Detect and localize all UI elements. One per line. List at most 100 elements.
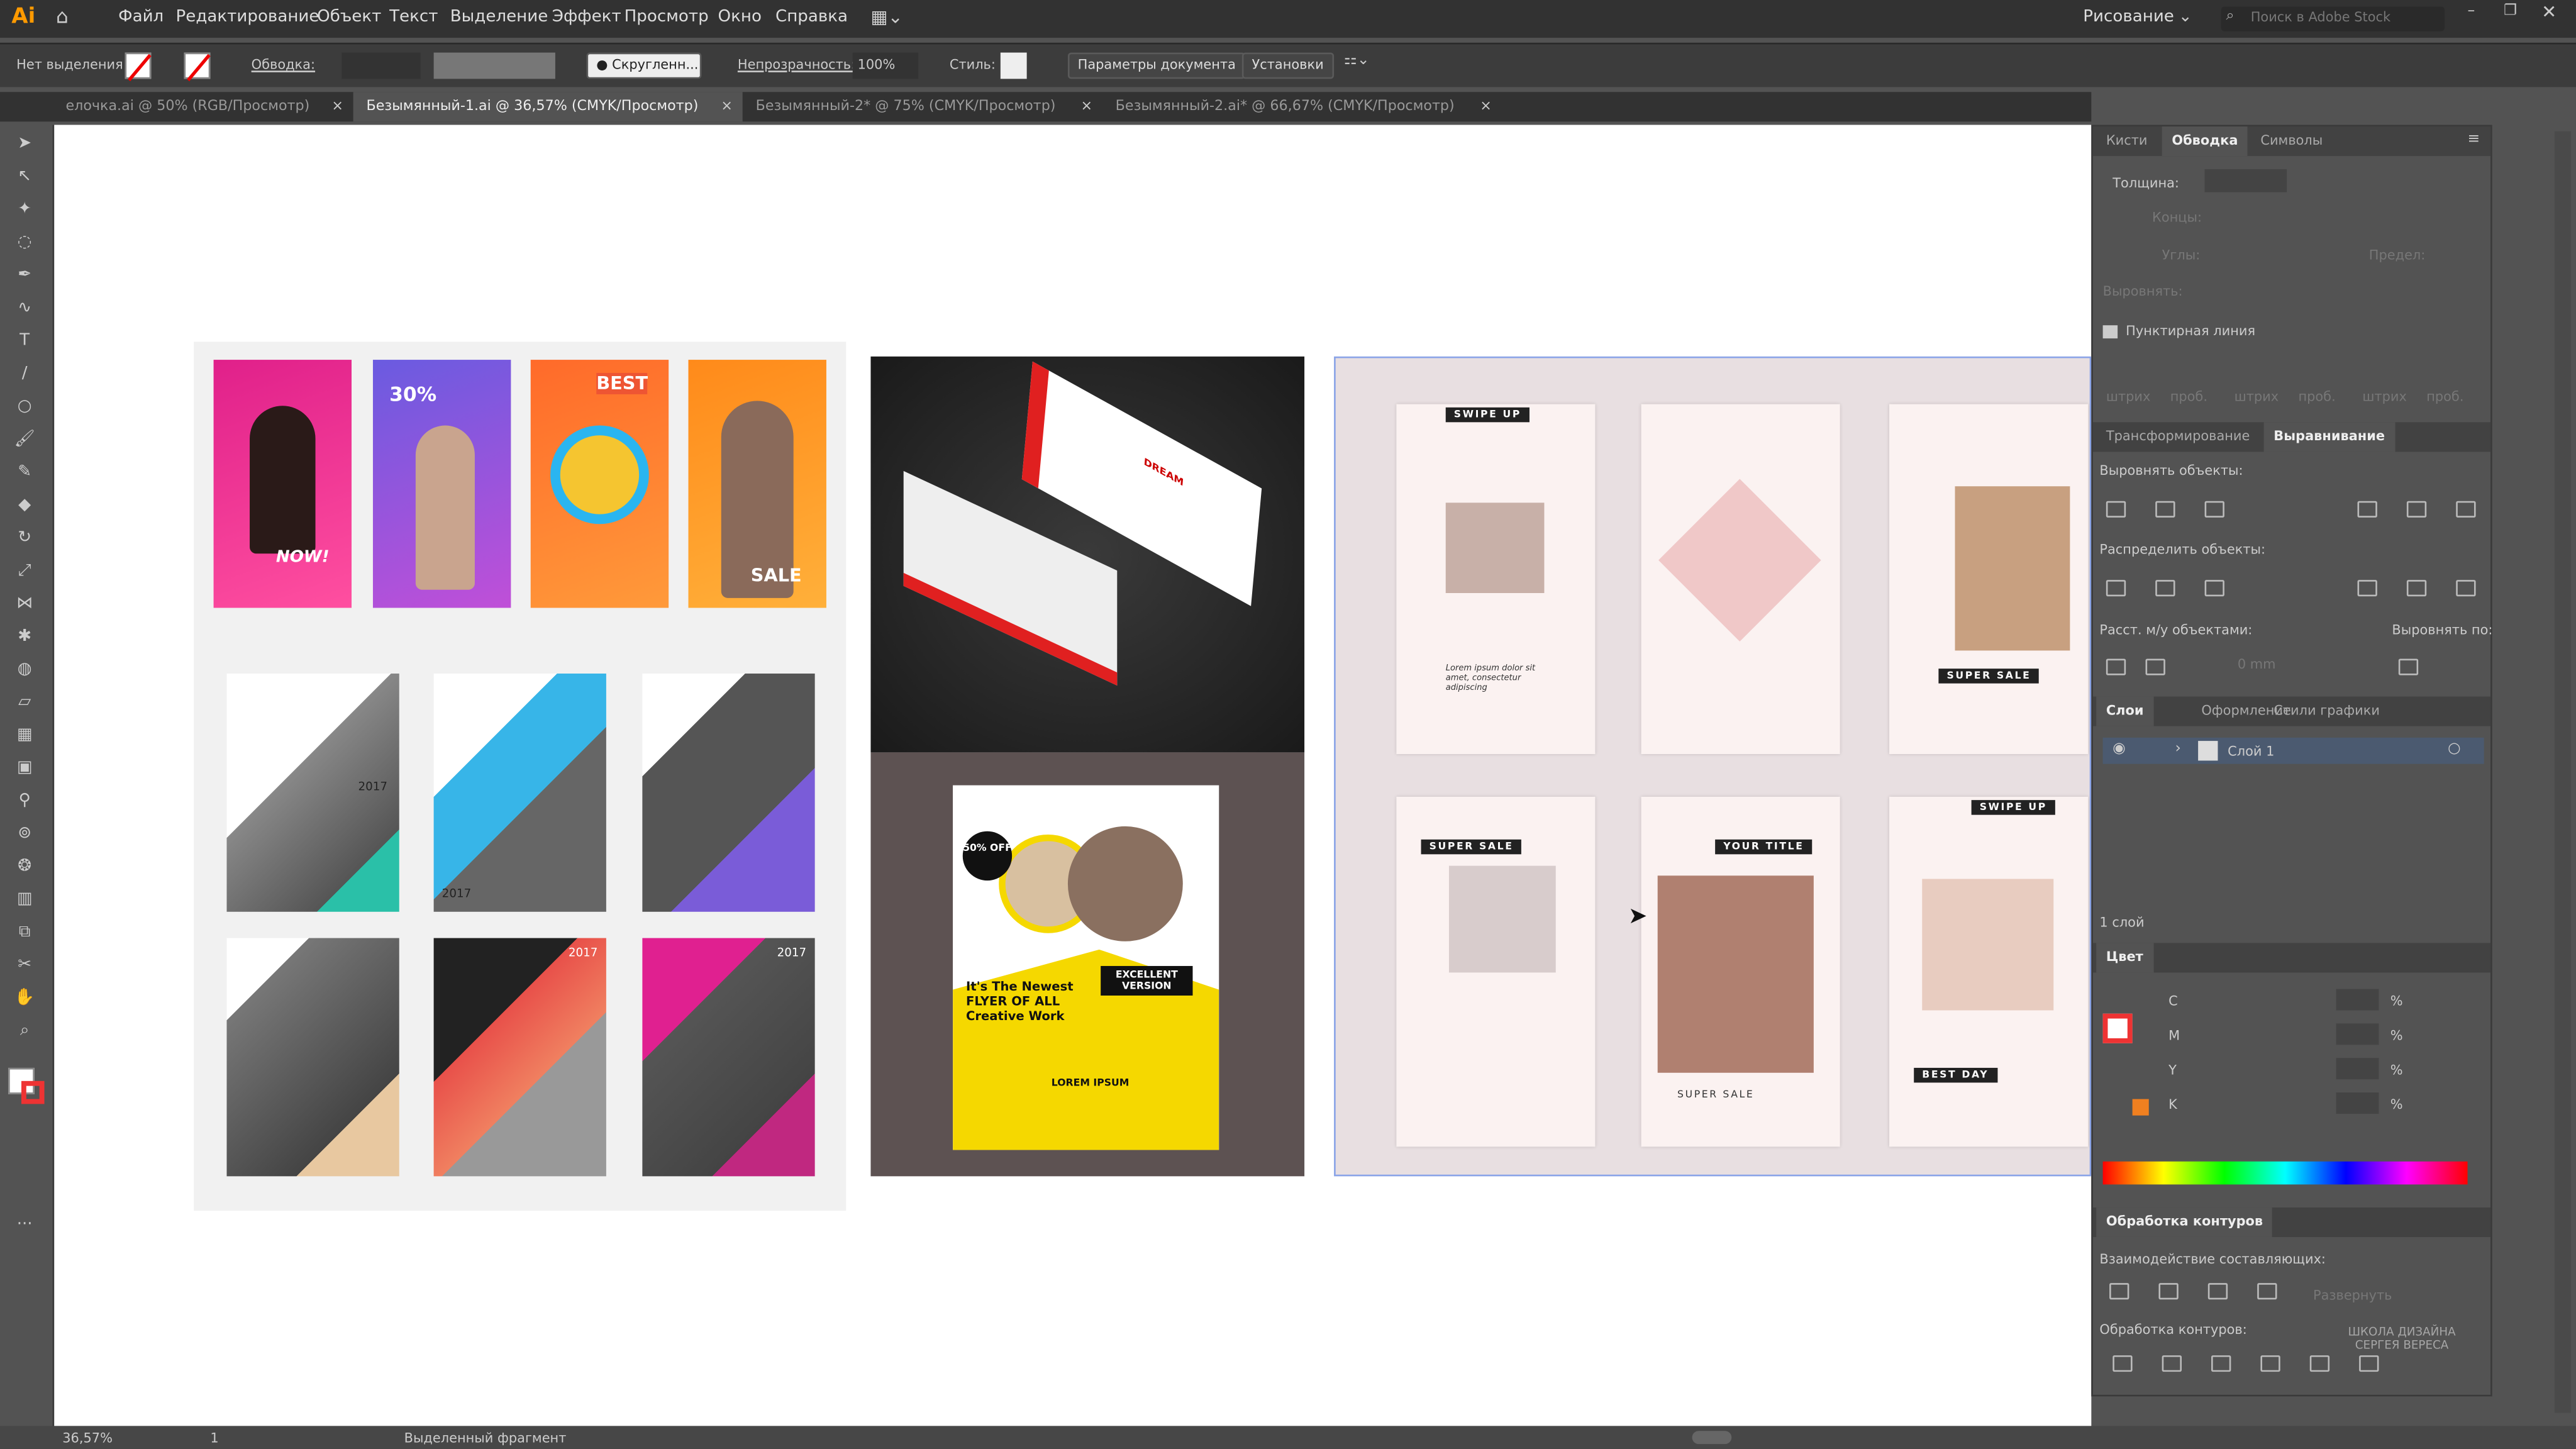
scale-tool-icon[interactable]: ⤢ — [13, 562, 36, 581]
artwork-flyer-mockup[interactable]: 50% OFF It's The Newest FLYER OF ALL Cre… — [870, 752, 1305, 1177]
menu-file[interactable]: Файл — [118, 8, 164, 26]
last-color-swatch[interactable] — [2132, 1099, 2149, 1116]
align-button-icon[interactable] — [2106, 658, 2126, 675]
expand-chevron-icon[interactable]: › — [2175, 741, 2181, 757]
channel-value-input[interactable] — [2336, 1023, 2379, 1045]
menu-effect[interactable]: Эффект — [552, 8, 621, 26]
tab-document[interactable]: елочка.ai @ 50% (RGB/Просмотр) × — [53, 92, 353, 121]
align-button-icon[interactable] — [2204, 580, 2224, 597]
align-button-icon[interactable] — [2406, 580, 2427, 597]
tab-graphic-styles[interactable]: Стили графики — [2264, 697, 2390, 726]
tab-align[interactable]: Выравнивание — [2263, 422, 2395, 452]
tab-transform[interactable]: Трансформирование — [2096, 422, 2260, 452]
tab-layers[interactable]: Слои — [2096, 696, 2154, 726]
document-setup-button[interactable]: Параметры документа — [1067, 52, 1246, 79]
color-spectrum-slider[interactable] — [2102, 1161, 2468, 1185]
opacity-label[interactable]: Непрозрачность: — [738, 57, 855, 72]
fill-swatch[interactable] — [125, 52, 152, 81]
shape-mode-button-icon[interactable] — [2207, 1283, 2228, 1300]
close-tab-icon[interactable]: × — [1480, 92, 1492, 121]
dashed-line-checkbox[interactable] — [2102, 325, 2118, 339]
align-button-icon[interactable] — [2106, 580, 2126, 597]
tab-stroke[interactable]: Обводка — [2162, 126, 2248, 157]
eraser-icon[interactable]: ◆ — [13, 496, 36, 516]
blend-tool-icon[interactable]: ⊚ — [13, 824, 36, 844]
artwork-wedding-stories[interactable]: SWIPE UP Lorem ipsum dolor sit amet, cons… — [1334, 356, 2092, 1177]
artwork-group-stories[interactable]: NOW! 30% BEST SALE 2017 2017 2017 2017 — [194, 341, 847, 1211]
type-tool-icon[interactable]: T — [13, 332, 36, 352]
menu-type[interactable]: Текст — [389, 8, 438, 26]
stock-search-input[interactable]: ⌕ Поиск в Adobe Stock — [2221, 6, 2445, 31]
channel-value-input[interactable] — [2336, 989, 2379, 1011]
artboard-tool-icon[interactable]: ⧉ — [13, 923, 36, 943]
line-tool-icon[interactable]: / — [13, 365, 36, 384]
tab-pathfinder[interactable]: Обработка контуров — [2096, 1207, 2273, 1237]
pathfinder-button-icon[interactable] — [2112, 1355, 2133, 1372]
pathfinder-button-icon[interactable] — [2260, 1355, 2280, 1372]
menu-help[interactable]: Справка — [775, 8, 848, 26]
align-button-icon[interactable] — [2456, 580, 2476, 597]
artboard-number[interactable]: 1 — [210, 1431, 218, 1446]
visibility-eye-icon[interactable]: ◉ — [2112, 741, 2126, 757]
layer-name[interactable]: Слой 1 — [2228, 744, 2274, 759]
maximize-button[interactable]: ❐ — [2504, 3, 2517, 19]
align-button-icon[interactable] — [2145, 658, 2165, 675]
variable-width-profile[interactable] — [433, 52, 555, 79]
menu-edit[interactable]: Редактирование — [176, 8, 319, 26]
eyedropper-icon[interactable]: ⚲ — [13, 792, 36, 811]
selection-tool-icon[interactable]: ➤ — [13, 135, 36, 154]
puppet-warp-icon[interactable]: ✱ — [13, 628, 36, 647]
zoom-level[interactable]: 36,57% — [62, 1431, 113, 1446]
align-button-icon[interactable] — [2398, 658, 2419, 675]
align-button-icon[interactable] — [2106, 501, 2126, 518]
panel-menu-icon[interactable]: ≡ — [2468, 131, 2480, 148]
more-tools-icon[interactable]: ··· — [13, 1216, 36, 1235]
fill-stroke-swatch-icon[interactable] — [2102, 1013, 2133, 1043]
close-tab-icon[interactable]: × — [721, 92, 733, 121]
perspective-grid-icon[interactable]: ▱ — [13, 693, 36, 713]
align-button-icon[interactable] — [2357, 580, 2377, 597]
align-button-icon[interactable] — [2456, 501, 2476, 518]
menu-view[interactable]: Просмотр — [625, 8, 709, 26]
tab-symbols[interactable]: Символы — [2251, 126, 2333, 156]
spacing-value[interactable]: 0 mm — [2238, 657, 2276, 672]
lasso-icon[interactable]: ◌ — [13, 233, 36, 253]
stroke-color-icon[interactable] — [21, 1080, 45, 1104]
tab-document[interactable]: Безымянный-2* @ 75% (CMYK/Просмотр) × — [743, 92, 1102, 121]
layer-row[interactable]: ◉ › Слой 1 ○ — [2102, 737, 2484, 764]
artwork-business-cards[interactable]: DREAM — [870, 356, 1305, 753]
slice-tool-icon[interactable]: ✂ — [13, 956, 36, 975]
brush-definition-dropdown[interactable]: ● Скругленн... — [586, 52, 702, 79]
minimize-button[interactable]: – — [2468, 3, 2475, 19]
shape-mode-button-icon[interactable] — [2158, 1283, 2179, 1300]
stroke-swatch[interactable] — [184, 52, 211, 81]
shaper-tool-icon[interactable]: ✎ — [13, 464, 36, 483]
stroke-label[interactable]: Обводка: — [252, 57, 315, 72]
shape-mode-button-icon[interactable] — [2257, 1283, 2277, 1300]
align-button-icon[interactable] — [2155, 580, 2175, 597]
home-icon[interactable]: ⌂ — [56, 5, 69, 28]
canvas[interactable]: NOW! 30% BEST SALE 2017 2017 2017 2017 D… — [54, 125, 2092, 1426]
gradient-tool-icon[interactable]: ▣ — [13, 759, 36, 779]
pen-tool-icon[interactable]: ✒ — [13, 266, 36, 286]
align-button-icon[interactable] — [2406, 501, 2427, 518]
curvature-tool-icon[interactable]: ∿ — [13, 299, 36, 318]
close-tab-icon[interactable]: × — [1081, 92, 1093, 121]
pathfinder-button-icon[interactable] — [2359, 1355, 2379, 1372]
stroke-weight-field[interactable] — [2204, 169, 2287, 192]
align-button-icon[interactable] — [2155, 501, 2175, 518]
menu-object[interactable]: Объект — [317, 8, 381, 26]
shape-builder-icon[interactable]: ◍ — [13, 660, 36, 680]
tab-document-active[interactable]: Безымянный-1.ai @ 36,57% (CMYK/Просмотр)… — [353, 92, 743, 122]
align-icon[interactable]: ⚏⌄ — [1344, 53, 1370, 69]
tab-document[interactable]: Безымянный-2.ai* @ 66,67% (CMYK/Просмотр… — [1102, 92, 1502, 121]
horizontal-scrollbar[interactable] — [1692, 1431, 1732, 1445]
pathfinder-button-icon[interactable] — [2309, 1355, 2330, 1372]
stroke-weight-input[interactable] — [341, 52, 421, 79]
layer-target-icon[interactable]: ○ — [2448, 741, 2461, 757]
width-tool-icon[interactable]: ⋈ — [13, 595, 36, 614]
channel-value-input[interactable] — [2336, 1092, 2379, 1114]
hand-tool-icon[interactable]: ✋ — [13, 989, 36, 1009]
paintbrush-icon[interactable]: 🖌 — [13, 430, 36, 450]
rotate-tool-icon[interactable]: ↻ — [13, 529, 36, 548]
